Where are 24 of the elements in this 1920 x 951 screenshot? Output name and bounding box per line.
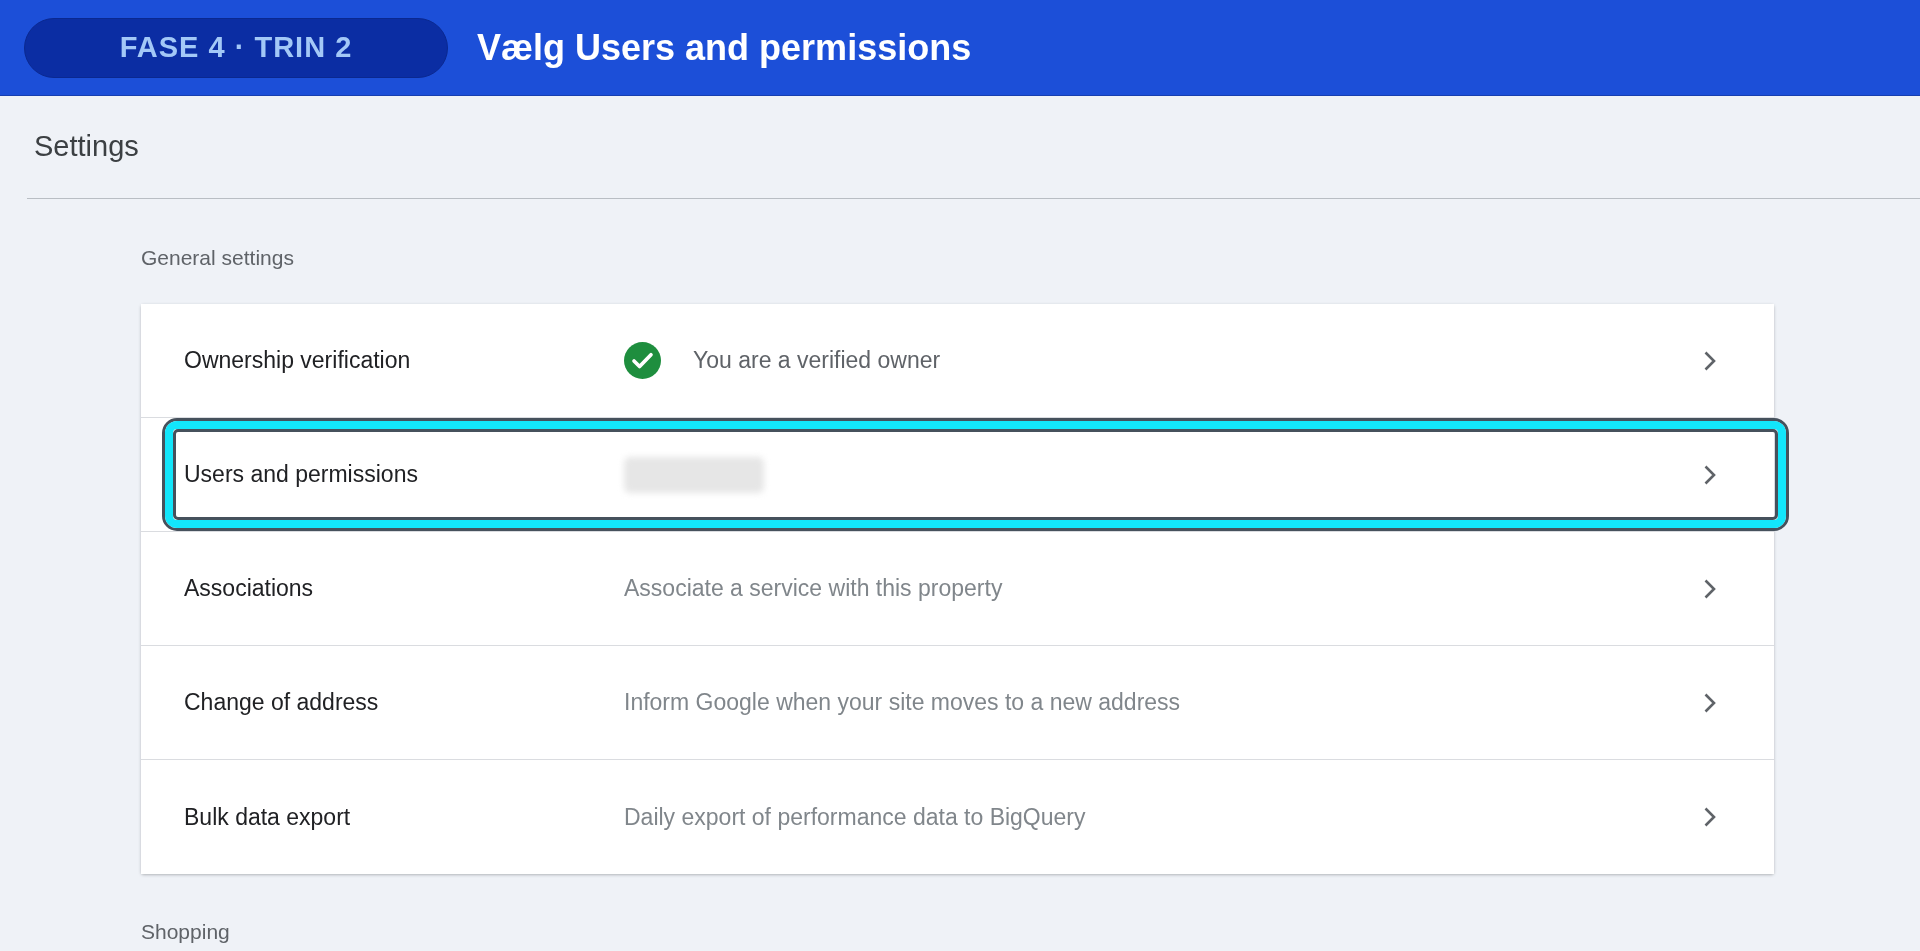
chevron-right-icon [1703,691,1717,714]
chevron-right-icon [1703,349,1717,372]
setting-description: Inform Google when your site moves to a new address [624,688,1181,718]
step-label: FASE 4 · TRIN 2 [119,29,353,65]
setting-label: Users and permissions [184,460,419,490]
page-title: Settings [34,129,139,165]
setting-label: Change of address [184,688,380,718]
setting-label: Ownership verification [184,346,412,376]
setting-label: Bulk data export [184,802,352,832]
chevron-right-icon [1703,577,1717,600]
section-heading: General settings [141,245,295,271]
setting-description: Daily export of performance data to BigQuery [624,802,1086,832]
chevron-right-icon [1703,806,1717,828]
check-circle-icon [624,342,661,379]
setting-label: Associations [184,574,315,604]
section-heading: Shopping [141,919,231,945]
settings-row[interactable]: Ownership verification You are a verified owner [141,304,1774,418]
settings-row[interactable]: Associations Associate a service with this property [141,532,1774,646]
banner-title: Vælg Users and permissions [477,25,972,70]
settings-row[interactable]: Bulk data export Daily export of performance data to BigQuery [141,760,1774,874]
status-text: You are a verified owner [693,346,941,376]
setting-description: Associate a service with this property [624,574,1003,604]
settings-row[interactable]: Change of address Inform Google when your site moves to a new address [141,646,1774,760]
chevron-right-icon [1703,463,1717,486]
